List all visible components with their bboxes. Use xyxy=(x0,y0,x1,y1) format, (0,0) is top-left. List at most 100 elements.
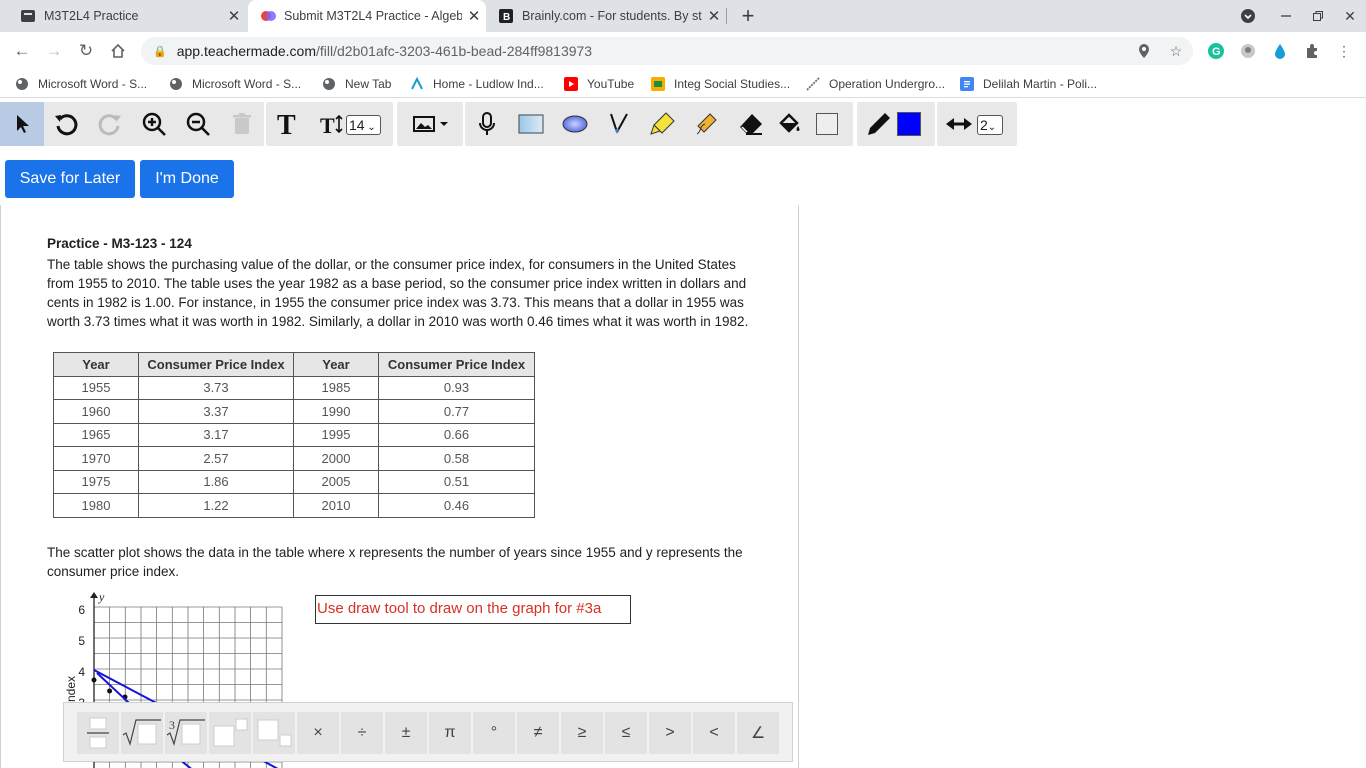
tab-title: Submit M3T2L4 Practice - Algeb xyxy=(284,9,462,23)
im-done-button[interactable]: I'm Done xyxy=(140,160,234,198)
chevron-down-icon: ⌄ xyxy=(987,122,997,133)
home-icon[interactable] xyxy=(103,36,133,66)
angle-key[interactable]: ∠ xyxy=(737,712,779,754)
brainly-icon: B xyxy=(498,8,514,24)
new-tab-icon[interactable]: + xyxy=(732,0,764,32)
bookmark-new-tab[interactable]: New Tab xyxy=(322,75,391,93)
drawing-toolbar: T T 14 ⌄ 2⌄ xyxy=(0,102,1017,146)
y-tick-label: 5 xyxy=(78,634,85,648)
undo-icon[interactable] xyxy=(44,102,88,146)
browser-menu-icon[interactable]: ⋮ xyxy=(1334,41,1354,61)
bookmark-word-2[interactable]: Microsoft Word - S... xyxy=(169,75,301,93)
bookmark-operation-underground[interactable]: Operation Undergro... xyxy=(806,75,945,93)
pointer-icon[interactable] xyxy=(0,102,44,146)
bookmark-star-icon[interactable]: ☆ xyxy=(1166,41,1186,61)
puzzle-extensions-icon[interactable] xyxy=(1302,41,1322,61)
drop-extension-icon[interactable] xyxy=(1270,41,1290,61)
draw-icon[interactable] xyxy=(685,102,729,146)
table-cell: 1955 xyxy=(53,375,139,400)
minimize-icon[interactable] xyxy=(1270,0,1302,32)
font-size-select[interactable]: 14 ⌄ xyxy=(346,115,381,135)
bookmark-youtube[interactable]: YouTube xyxy=(564,75,634,93)
pi-key[interactable]: π xyxy=(429,712,471,754)
table-row: 1960 3.37 1990 0.77 xyxy=(53,399,535,424)
y-tick-label: 6 xyxy=(78,603,85,617)
square-root-icon[interactable] xyxy=(121,712,163,754)
close-tab-icon[interactable]: ✕ xyxy=(462,7,486,25)
text-icon[interactable]: T xyxy=(266,102,310,146)
greater-equal-key[interactable]: ≥ xyxy=(561,712,603,754)
bookmark-delilah-martin[interactable]: Delilah Martin - Poli... xyxy=(960,75,1097,93)
save-for-later-button[interactable]: Save for Later xyxy=(5,160,135,198)
table-header: Year xyxy=(53,352,139,377)
cpi-table: Year Consumer Price Index Year Consumer … xyxy=(53,352,535,518)
greater-than-key[interactable]: > xyxy=(649,712,691,754)
location-icon[interactable] xyxy=(1134,41,1154,61)
svg-text:G: G xyxy=(1212,46,1221,58)
less-than-key[interactable]: < xyxy=(693,712,735,754)
eraser-icon[interactable] xyxy=(729,102,773,146)
trash-icon[interactable] xyxy=(220,102,264,146)
redo-icon[interactable] xyxy=(88,102,132,146)
zoom-in-icon[interactable] xyxy=(132,102,176,146)
table-cell: 3.73 xyxy=(138,375,294,400)
fill-icon[interactable] xyxy=(777,102,801,146)
degree-key[interactable]: ° xyxy=(473,712,515,754)
image-icon[interactable] xyxy=(405,102,457,146)
stroke-color-swatch[interactable] xyxy=(897,102,921,146)
table-cell: 0.93 xyxy=(378,375,535,400)
close-tab-icon[interactable]: ✕ xyxy=(702,7,726,25)
table-cell: 2005 xyxy=(293,469,379,494)
subscript-icon[interactable] xyxy=(253,712,295,754)
ellipse-icon[interactable] xyxy=(553,102,597,146)
fill-color-swatch[interactable] xyxy=(815,102,839,146)
superscript-icon[interactable] xyxy=(209,712,251,754)
plus-minus-key[interactable]: ± xyxy=(385,712,427,754)
grammarly-icon[interactable]: G xyxy=(1206,41,1226,61)
pen-icon[interactable] xyxy=(597,102,641,146)
line-width-select[interactable]: 2⌄ xyxy=(977,115,1003,135)
address-field[interactable]: 🔒 app.teachermade.com /fill/d2b01afc-320… xyxy=(141,37,1193,65)
extension-avatar-icon[interactable] xyxy=(1238,41,1258,61)
math-keypad: 3 × ÷ ± π ° ≠ ≥ ≤ > < ∠ xyxy=(63,702,793,762)
microphone-icon[interactable] xyxy=(465,102,509,146)
bookmark-ludlow[interactable]: Home - Ludlow Ind... xyxy=(410,75,544,93)
bookmark-integ-social-studies[interactable]: Integ Social Studies... xyxy=(651,75,790,93)
less-equal-key[interactable]: ≤ xyxy=(605,712,647,754)
reload-icon[interactable]: ↻ xyxy=(71,36,101,66)
table-cell: 1980 xyxy=(53,493,139,518)
divide-key[interactable]: ÷ xyxy=(341,712,383,754)
tool-group-navigation xyxy=(0,102,264,146)
table-cell: 1995 xyxy=(293,422,379,447)
restore-icon[interactable] xyxy=(1302,0,1334,32)
arrow-icon[interactable] xyxy=(939,102,979,146)
tab-brainly[interactable]: B Brainly.com - For students. By st ✕ xyxy=(486,0,726,32)
tool-group-draw xyxy=(465,102,853,146)
bookmark-label: YouTube xyxy=(587,77,635,91)
tool-group-image xyxy=(397,102,463,146)
rectangle-icon[interactable] xyxy=(509,102,553,146)
fraction-icon[interactable] xyxy=(77,712,119,754)
close-window-icon[interactable]: ✕ xyxy=(1334,0,1366,32)
bookmark-word-1[interactable]: Microsoft Word - S... xyxy=(15,75,147,93)
not-equal-key[interactable]: ≠ xyxy=(517,712,559,754)
times-key[interactable]: × xyxy=(297,712,339,754)
y-axis-letter: y xyxy=(98,590,105,604)
table-cell: 0.51 xyxy=(378,469,535,494)
tab-submit-practice[interactable]: Submit M3T2L4 Practice - Algeb ✕ xyxy=(248,0,486,32)
table-cell: 0.46 xyxy=(378,493,535,518)
cube-root-icon[interactable]: 3 xyxy=(165,712,207,754)
highlighter-icon[interactable] xyxy=(641,102,685,146)
close-tab-icon[interactable]: ✕ xyxy=(222,7,246,25)
table-header: Consumer Price Index xyxy=(138,352,294,377)
tab-m3t2l4-practice[interactable]: M3T2L4 Practice ✕ xyxy=(0,0,246,32)
back-icon[interactable]: ← xyxy=(7,36,37,66)
url-domain: app.teachermade.com xyxy=(176,43,317,59)
tab-search-icon[interactable] xyxy=(1232,0,1264,32)
teachermade-icon xyxy=(20,8,36,24)
zoom-out-icon[interactable] xyxy=(176,102,220,146)
pencil-icon[interactable] xyxy=(859,102,899,146)
tool-group-text: T T 14 ⌄ xyxy=(266,102,393,146)
forward-icon[interactable]: → xyxy=(39,36,69,66)
text-size-icon[interactable]: T xyxy=(310,102,350,146)
